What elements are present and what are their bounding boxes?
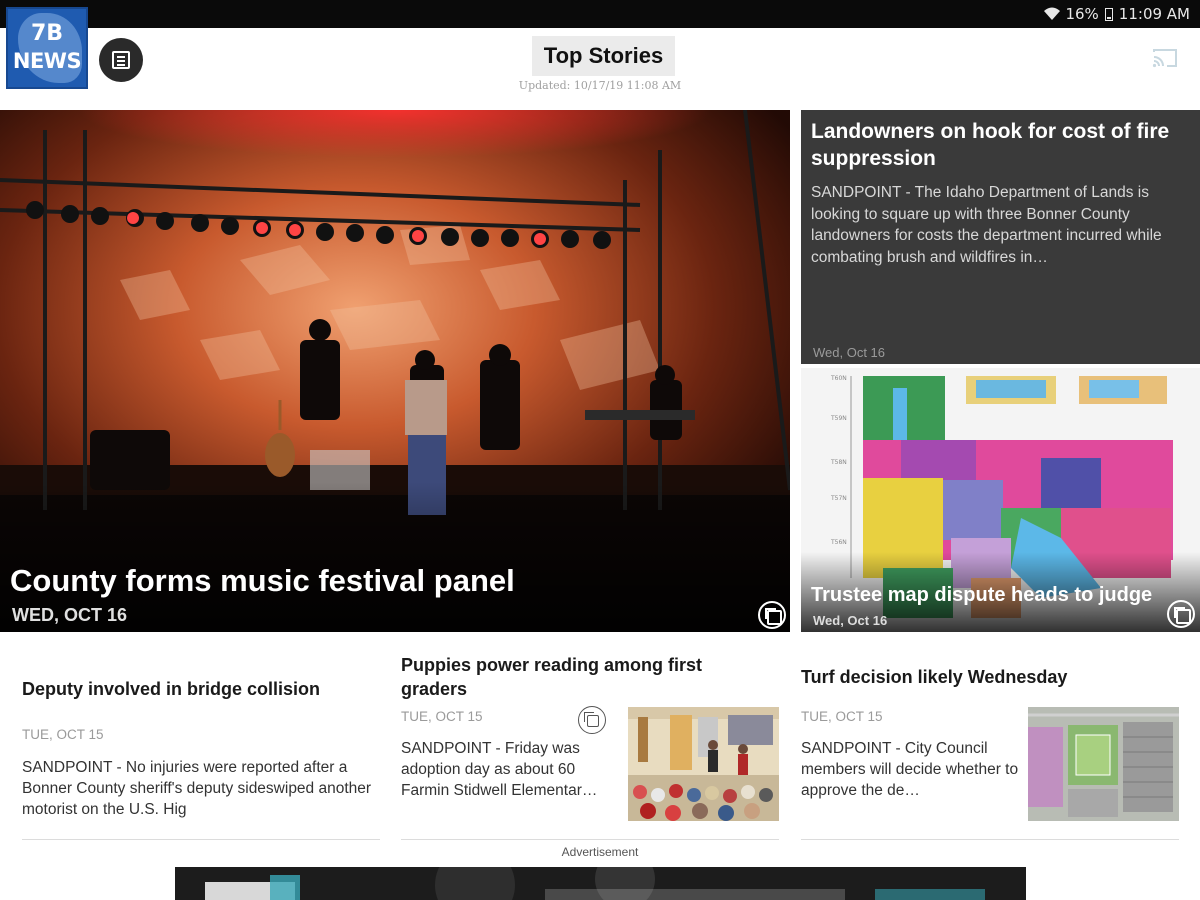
status-bar: 16% 11:09 AM — [0, 0, 1200, 28]
gallery-icon — [1167, 600, 1195, 628]
story-date: Wed, Oct 16 — [813, 613, 888, 628]
story-card-bridge-collision[interactable]: Deputy involved in bridge collision TUE,… — [22, 640, 380, 840]
battery-icon — [1104, 7, 1113, 21]
clock: 11:09 AM — [1118, 5, 1190, 23]
hero-headline[interactable]: County forms music festival panel — [10, 563, 515, 599]
story-date: TUE, OCT 15 — [801, 709, 883, 724]
svg-text:T59N: T59N — [830, 415, 847, 422]
advertisement-banner[interactable] — [175, 867, 1026, 900]
logo-line-1: 7B — [30, 21, 64, 46]
svg-text:T56N: T56N — [830, 539, 847, 546]
story-card-puppies-reading[interactable]: Puppies power reading among first grader… — [401, 640, 779, 840]
story-summary: SANDPOINT - Friday was adoption day as a… — [401, 740, 598, 799]
hero-story[interactable]: County forms music festival panel WED, O… — [0, 110, 790, 632]
hero-date: WED, OCT 16 — [12, 605, 128, 625]
story-summary: SANDPOINT - The Idaho Department of Land… — [811, 184, 1162, 266]
ad-banner-graphic — [175, 867, 1026, 900]
story-date: TUE, OCT 15 — [401, 709, 483, 724]
updated-timestamp: Updated: 10/17/19 11:08 AM — [518, 79, 682, 92]
gallery-icon — [578, 706, 606, 734]
cast-icon[interactable] — [1151, 47, 1179, 69]
advertisement-label: Advertisement — [561, 845, 639, 859]
story-summary: SANDPOINT - City Council members will de… — [801, 740, 1019, 799]
turf-field-thumbnail[interactable] — [1028, 707, 1179, 821]
story-date: TUE, OCT 15 — [22, 727, 104, 742]
svg-text:T58N: T58N — [830, 459, 847, 466]
classroom-photo — [628, 707, 779, 821]
svg-text:T60N: T60N — [830, 375, 847, 382]
app-bar: Top Stories Updated: 10/17/19 11:08 AM — [0, 28, 1200, 110]
menu-icon — [112, 51, 130, 69]
story-headline[interactable]: Deputy involved in bridge collision — [22, 677, 380, 701]
logo-line-2: NEWS — [12, 49, 82, 73]
story-headline[interactable]: Turf decision likely Wednesday — [801, 665, 1179, 689]
battery-percent: 16% — [1065, 5, 1099, 23]
story-card-turf-decision[interactable]: Turf decision likely Wednesday TUE, OCT … — [801, 640, 1179, 840]
classroom-thumbnail[interactable] — [628, 707, 779, 821]
story-card-trustee-map[interactable]: T60N T59N T58N T57N T56N Trustee map disput… — [801, 368, 1200, 632]
app-logo[interactable]: 7B NEWS — [6, 7, 88, 89]
svg-text:T57N: T57N — [830, 495, 847, 502]
page-title[interactable]: Top Stories — [532, 36, 675, 76]
wifi-icon — [1044, 7, 1061, 20]
aerial-photo — [1028, 707, 1179, 821]
menu-button[interactable] — [99, 38, 143, 82]
story-headline[interactable]: Landowners on hook for cost of fire supp… — [811, 118, 1190, 172]
story-date: Wed, Oct 16 — [813, 345, 886, 360]
gallery-icon — [758, 601, 786, 629]
story-headline[interactable]: Trustee map dispute heads to judge — [811, 584, 1152, 607]
story-summary: SANDPOINT - No injuries were reported af… — [22, 759, 372, 818]
story-card-fire-suppression[interactable]: Landowners on hook for cost of fire supp… — [801, 110, 1200, 364]
story-headline[interactable]: Puppies power reading among first grader… — [401, 653, 731, 701]
